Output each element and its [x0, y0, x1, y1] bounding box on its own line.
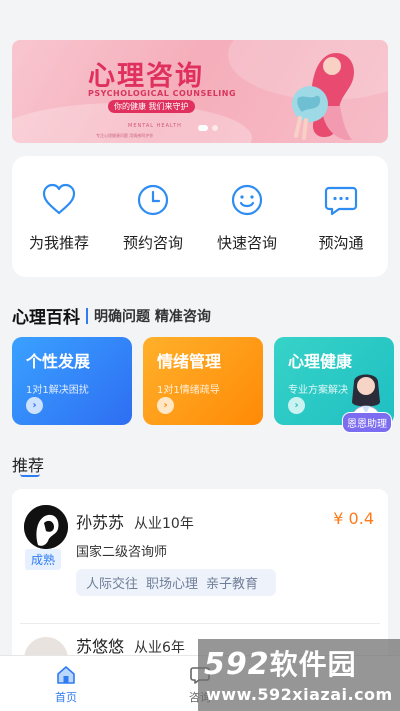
- card-title: 个性发展: [26, 352, 91, 371]
- counselor-tags: 人际交往 职场心理 亲子教育: [76, 569, 277, 596]
- banner-subtitle: PSYCHOLOGICAL COUNSELING: [88, 89, 237, 98]
- watermark-text: 软件园: [269, 648, 357, 681]
- banner-dot-active[interactable]: [198, 125, 208, 131]
- woman-hugging-globe-illustration: [292, 52, 354, 140]
- watermark-url: www.592xiazai.com: [206, 685, 393, 704]
- quick-consult-button[interactable]: 快速咨询: [207, 182, 287, 253]
- tag: 亲子教育: [206, 577, 259, 592]
- counselor-years: 从业6年: [134, 640, 185, 656]
- counselor-name: 孙苏苏: [76, 513, 125, 532]
- chat-icon: [324, 186, 358, 216]
- counselor-certificate: 国家二级咨询师: [76, 545, 168, 560]
- quick-menu-label: 预沟通: [318, 234, 364, 252]
- book-consult-button[interactable]: 预约咨询: [113, 182, 193, 253]
- banner-tiny-text: 专注心理健康问题 用情感呵护你: [96, 133, 154, 138]
- card-subtitle: 1对1情绪疏导: [157, 385, 220, 396]
- heart-icon: [42, 183, 76, 215]
- counselor-list: 成熟 孙苏苏 从业10年 ¥ 0.4 国家二级咨询师 人际交往 职场心理 亲子教育 苏…: [12, 489, 388, 659]
- chevron-right-icon[interactable]: ›: [157, 397, 174, 414]
- chevron-right-icon[interactable]: ›: [288, 397, 305, 414]
- clock-icon: [137, 184, 169, 216]
- category-card-personality[interactable]: 个性发展 1对1解决困扰 ›: [12, 337, 132, 425]
- title-underline: [20, 474, 40, 477]
- title-divider: [86, 307, 88, 324]
- home-icon: [57, 666, 75, 684]
- watermark: 592软件园 www.592xiazai.com: [198, 639, 400, 711]
- counselor-name: 苏悠悠: [76, 637, 125, 656]
- category-card-emotion[interactable]: 情绪管理 1对1情绪疏导 ›: [143, 337, 263, 425]
- pre-communicate-button[interactable]: 预沟通: [301, 182, 381, 253]
- level-badge: 成熟: [25, 549, 62, 570]
- assistant-button[interactable]: 恩恩助理: [342, 412, 392, 433]
- avatar: [24, 505, 68, 549]
- section-title: 心理百科: [12, 308, 80, 328]
- quick-menu-label: 为我推荐: [28, 234, 89, 252]
- nav-home[interactable]: 首页: [36, 664, 96, 705]
- chevron-right-icon[interactable]: ›: [26, 397, 43, 414]
- card-subtitle: 1对1解决困扰: [26, 385, 89, 396]
- watermark-number: 592: [204, 647, 270, 682]
- promo-banner[interactable]: 心理咨询 PSYCHOLOGICAL COUNSELING 你的健康 我们来守护…: [12, 40, 388, 143]
- counselor-name-row: 苏悠悠 从业6年: [76, 633, 185, 657]
- tag: 人际交往: [86, 577, 139, 592]
- encyclopedia-header: 心理百科 明确问题 精准咨询: [12, 303, 211, 328]
- recommend-for-me-button[interactable]: 为我推荐: [19, 182, 99, 253]
- counselor-years: 从业10年: [134, 516, 194, 532]
- quick-menu-label: 快速咨询: [216, 234, 277, 252]
- tag: 职场心理: [146, 577, 199, 592]
- recommend-title: 推荐: [12, 456, 45, 475]
- quick-menu-label: 预约咨询: [122, 234, 183, 252]
- banner-title: 心理咨询: [88, 61, 204, 92]
- banner-pagination[interactable]: [198, 125, 218, 131]
- card-title: 情绪管理: [157, 352, 222, 371]
- banner-tagline: 你的健康 我们来守护: [108, 100, 195, 113]
- counselor-name-row: 孙苏苏 从业10年: [76, 509, 194, 533]
- counselor-card[interactable]: 成熟 孙苏苏 从业10年 ¥ 0.4 国家二级咨询师 人际交往 职场心理 亲子教育: [12, 489, 388, 624]
- banner-small-text: MENTAL HEALTH: [128, 123, 182, 129]
- watermark-brand: 592软件园: [204, 643, 357, 683]
- nav-label: 首页: [55, 691, 77, 704]
- banner-dot[interactable]: [212, 125, 218, 131]
- quick-menu: 为我推荐 预约咨询 快速咨询 预沟通: [12, 156, 388, 277]
- section-subtitle: 明确问题 精准咨询: [94, 308, 211, 325]
- avatar-image: [24, 505, 68, 549]
- counselor-price: ¥ 0.4: [333, 509, 374, 528]
- smile-icon: [231, 184, 263, 216]
